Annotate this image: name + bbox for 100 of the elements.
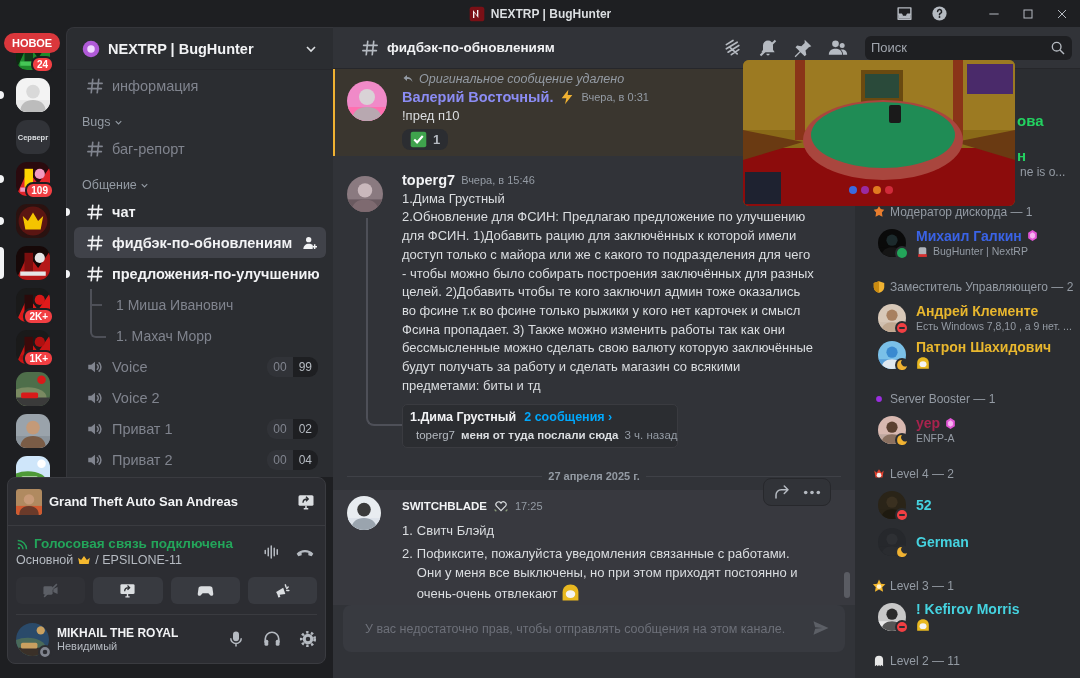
screen-share-icon [119, 582, 137, 599]
hash-icon [86, 139, 104, 158]
help-icon[interactable] [931, 5, 948, 22]
settings-icon[interactable] [299, 630, 317, 648]
avatar[interactable] [878, 303, 906, 332]
author-name[interactable]: Валерий Восточный. [402, 89, 554, 105]
activity-button[interactable] [170, 577, 240, 604]
author-name[interactable]: SWITCHBLADE [402, 500, 487, 513]
user-count: 00 [267, 418, 293, 439]
role-heading: Level 4 — 2 [890, 467, 955, 481]
server-icon [82, 39, 100, 58]
more-icon [803, 489, 821, 495]
avatar[interactable] [347, 175, 383, 212]
thread-item[interactable]: 1 Миша Иванович [116, 296, 234, 313]
add-member-icon[interactable] [302, 234, 318, 251]
server-header[interactable]: NEXTRP | BugHunter [67, 28, 333, 70]
mention-badge: 2K+ [23, 308, 54, 325]
member-name[interactable]: ова [1017, 112, 1074, 129]
voice-channel-item[interactable]: Приват 2 00 04 [74, 444, 326, 475]
voice-channel-item[interactable]: Voice 2 [74, 382, 326, 413]
channel-category[interactable]: Общение [74, 174, 326, 196]
voice-channel[interactable]: Основной [16, 553, 74, 567]
pin-icon[interactable] [793, 37, 813, 58]
reaction[interactable]: 1 [402, 128, 449, 150]
channel-title: фидбэк-по-обновлениям [387, 40, 556, 55]
avatar[interactable] [16, 622, 49, 656]
role-icon [872, 280, 886, 294]
member-name[interactable]: Патрон Шахидович [916, 339, 1052, 355]
voice-server[interactable]: / EPSILONE-11 [95, 553, 182, 567]
channel-item[interactable]: информация [74, 70, 326, 101]
message-text: 1.Дима Грустный 2.Обновление для ФСИН: Предлагаю предложение по улучшению для ФСИН. 1)Добавить рацию для заключённых к которой имели доступ только с майора или же с какого то подразделения для чего - чтобы можно было собирать построения заключённых для разных целей. 2)Добавить чтобы те кого заключил админ тоже оказались во фсине т.к во фсине только рыжики у кого нет карточек и смысл Фсина пропадает. 3) Также можно изменить работы так как они бессмысленные можно сделать свою валюту которую заключённые будут получать за работу и сделать магазин со всякими предметами: биты и тд [402, 189, 815, 395]
gem-icon [1025, 229, 1039, 242]
server-icon[interactable] [16, 414, 50, 448]
voice-channel-item[interactable]: Приват 1 00 02 [74, 413, 326, 444]
threads-icon[interactable] [723, 37, 743, 58]
role-heading: Level 3 — 1 [890, 579, 955, 593]
avatar[interactable] [347, 496, 381, 531]
hash-icon [86, 202, 104, 221]
mention-badge: 109 [25, 182, 54, 199]
avatar[interactable] [878, 490, 906, 519]
app-icon [468, 5, 485, 22]
avatar[interactable] [878, 228, 906, 257]
screen-button[interactable] [93, 577, 163, 604]
channel-item[interactable]: предложения-по-улучшению [74, 258, 326, 289]
date-divider: 27 апреля 2025 г. [548, 470, 640, 483]
avatar[interactable] [878, 602, 906, 631]
server-icon[interactable] [16, 78, 50, 112]
role-icon [872, 654, 886, 668]
reply-preview[interactable]: Оригинальное сообщение удалено [419, 72, 625, 86]
channel-item[interactable]: баг-репорт [74, 133, 326, 164]
thread-title: 1.Дима Грустный [410, 410, 517, 425]
checkmark-icon [410, 130, 427, 148]
server-icon[interactable] [16, 246, 50, 280]
notifications-off-icon[interactable] [758, 37, 778, 58]
member-name[interactable]: 52 [916, 496, 932, 513]
thread-time: 3 ч. назад [624, 428, 678, 441]
author-name[interactable]: toperg7 [402, 171, 456, 188]
list-number: 1. [402, 522, 413, 541]
role-icon [872, 205, 886, 219]
avatar[interactable] [347, 81, 387, 121]
user-limit: 02 [292, 418, 318, 439]
role-icon [872, 467, 886, 481]
avatar[interactable] [878, 415, 906, 444]
thread-message-count[interactable]: 2 сообщения › [524, 410, 613, 425]
thread-item[interactable]: 1. Махач Морр [116, 327, 212, 344]
scrollbar[interactable] [844, 572, 850, 598]
camera-off-icon [42, 582, 60, 599]
microphone-icon[interactable] [227, 630, 245, 648]
avatar[interactable] [878, 340, 906, 369]
voice-channel-item[interactable]: Voice 00 99 [74, 351, 326, 382]
gem-icon [944, 416, 958, 430]
member-status: Есть Windows 7,8,10 , а 9 нет. ... [916, 320, 1072, 332]
search-field[interactable]: Поиск [865, 35, 1072, 60]
waveform-icon[interactable] [263, 542, 281, 561]
server-icon[interactable] [16, 204, 50, 238]
channel-item[interactable]: чат [74, 196, 326, 227]
role-heading: Level 2 — 11 [890, 654, 960, 668]
voice-status[interactable]: Голосовая связь подключена [34, 536, 233, 551]
channel-category[interactable]: Bugs [74, 111, 326, 133]
emoji-icon [916, 618, 930, 632]
new-badge[interactable]: НОВОЕ [4, 33, 61, 53]
inbox-icon[interactable] [896, 5, 913, 22]
message-text: Пофиксите, пожалуйста уведомления связанные с работами. Они у меня все выключены, но при этом приходят постоянно и очень-очень отвлекают [416, 545, 799, 604]
message-text: Свитч Блэйд [416, 522, 495, 541]
soundboard-icon [273, 582, 291, 599]
screen-share-icon[interactable] [297, 492, 315, 511]
member-name[interactable]: н [1017, 147, 1074, 164]
emoji-icon [560, 582, 580, 602]
headphones-icon[interactable] [263, 630, 281, 648]
hash-icon [86, 76, 104, 95]
timestamp: 17:25 [514, 500, 543, 513]
member-status: ne is o... [1020, 164, 1067, 180]
soundboard-button[interactable] [247, 577, 317, 604]
channel-item[interactable]: фидбэк-по-обновлениям [74, 227, 326, 258]
member-name[interactable]: German [916, 533, 969, 550]
member-name[interactable]: ! Kefirov Morris [916, 601, 1020, 617]
member-name[interactable]: Андрей Клементе [916, 303, 1039, 319]
user-count: 00 [267, 356, 293, 377]
hash-icon [86, 264, 104, 283]
thread-preview[interactable]: 1.Дима Грустный 2 сообщения › toperg7 меня от туда послали сюда 3 ч. назад [402, 404, 678, 449]
